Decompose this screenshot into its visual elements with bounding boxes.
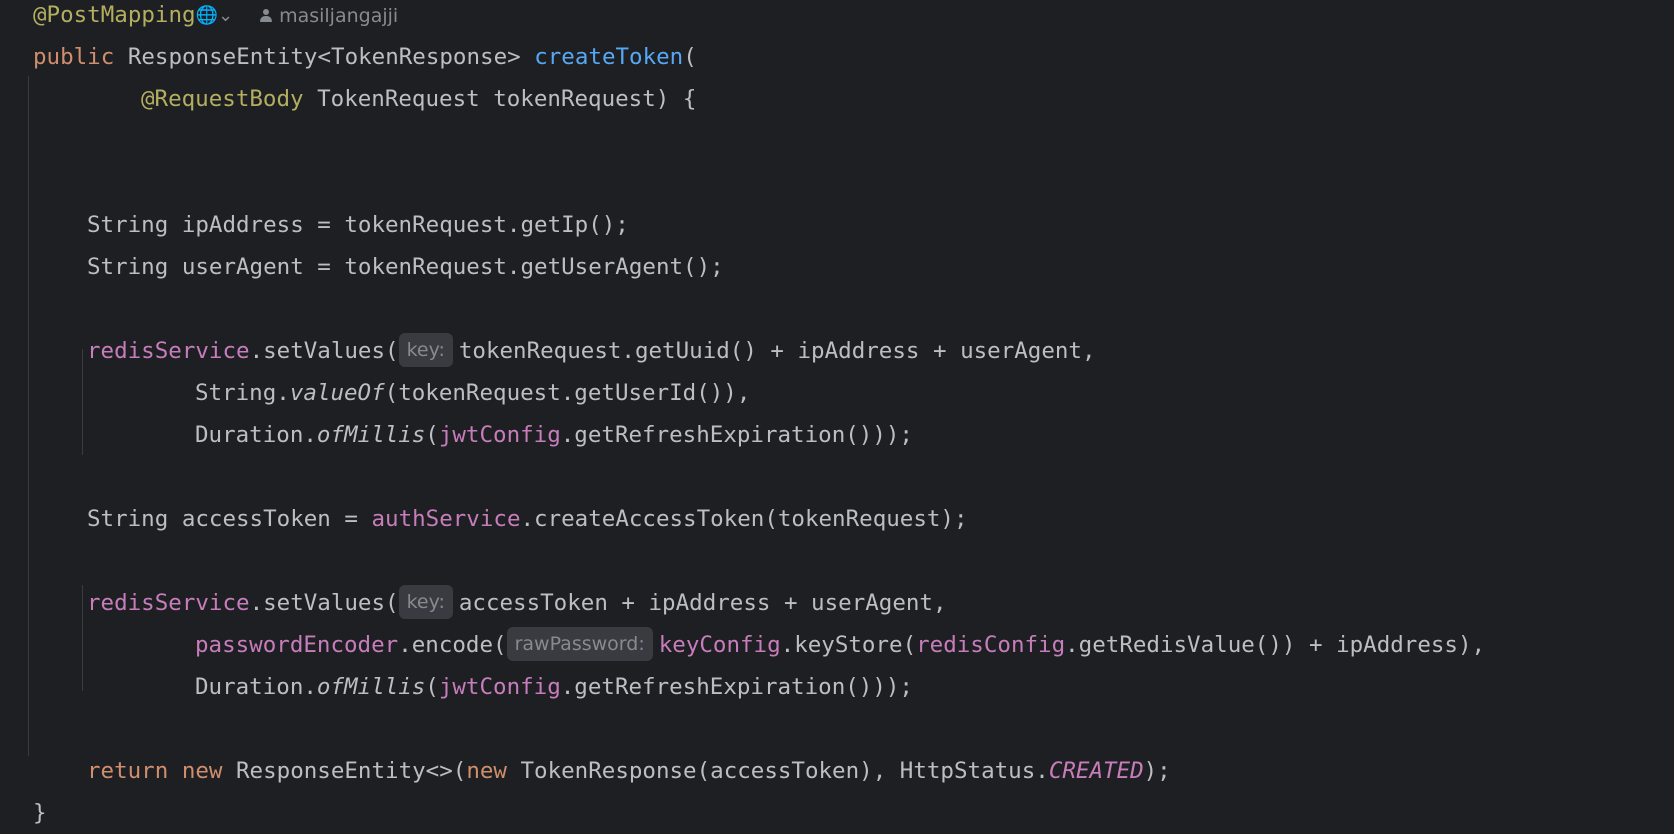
param-hint-raw-password: rawPassword: — [506, 627, 653, 661]
response-entity-ctor: ResponseEntity<>( — [222, 758, 467, 784]
code-line-12[interactable]: Duration.ofMillis(jwtConfig.getRefreshEx… — [195, 666, 913, 708]
create-access-token-call: .createAccessToken(tokenRequest); — [520, 506, 968, 532]
param-hint-key: key: — [398, 333, 453, 367]
open-paren: ( — [683, 44, 697, 70]
constant-created: CREATED — [1048, 758, 1144, 784]
field-password-encoder: passwordEncoder — [195, 632, 399, 658]
code-line-8[interactable]: Duration.ofMillis(jwtConfig.getRefreshEx… — [195, 414, 913, 456]
annotation-requestbody: @RequestBody — [141, 86, 304, 112]
field-auth-service: authService — [371, 506, 521, 532]
field-redis-service: redisService — [87, 338, 250, 364]
refresh-expiration-call: .getRefreshExpiration())); — [560, 674, 913, 700]
code-line-5[interactable]: String userAgent = tokenRequest.getUserA… — [87, 246, 724, 288]
code-line-11[interactable]: passwordEncoder.encode(rawPassword: keyCo… — [195, 624, 1485, 666]
open-paren: ( — [425, 674, 439, 700]
code-line-7[interactable]: String.valueOf(tokenRequest.getUserId())… — [195, 372, 750, 414]
annotation-postmapping: @PostMapping — [33, 2, 196, 28]
code-line-9[interactable]: String accessToken = authService.createA… — [87, 498, 968, 540]
set-values-call: .setValues( — [249, 590, 399, 616]
author-name[interactable]: masiljangajji — [279, 5, 398, 27]
field-redis-service: redisService — [87, 590, 250, 616]
duration-class: Duration. — [195, 422, 317, 448]
value-of-method: valueOf — [289, 380, 385, 406]
indent-guide — [82, 349, 83, 455]
code-line-14[interactable]: } — [33, 792, 47, 834]
of-millis-method: ofMillis — [316, 422, 426, 448]
set-values-call: .setValues( — [249, 338, 399, 364]
field-jwt-config: jwtConfig — [438, 422, 561, 448]
set-values-args: tokenRequest.getUuid() + ipAddress + use… — [458, 338, 1096, 364]
parameter-decl: TokenRequest tokenRequest) { — [303, 86, 697, 112]
indent-guide — [28, 76, 29, 756]
of-millis-method: ofMillis — [316, 674, 426, 700]
set-values-args: accessToken + ipAddress + userAgent, — [458, 590, 947, 616]
closing-brace: } — [33, 800, 47, 826]
code-line-6[interactable]: redisService.setValues(key: tokenRequest.… — [87, 330, 1096, 372]
keyword-public: public — [33, 44, 115, 70]
code-line-1[interactable]: @PostMapping🌐⌄ masiljangajji — [33, 0, 398, 36]
method-name: createToken — [534, 44, 684, 70]
open-paren: ( — [425, 422, 439, 448]
field-jwt-config: jwtConfig — [438, 674, 561, 700]
person-icon — [259, 9, 273, 23]
indent-guide — [82, 585, 83, 691]
encode-call: .encode( — [398, 632, 507, 658]
code-line-13[interactable]: return new ResponseEntity<>(new TokenRes… — [87, 750, 1171, 792]
code-line-4[interactable]: String ipAddress = tokenRequest.getIp(); — [87, 204, 629, 246]
keyword-return: return — [87, 758, 169, 784]
code-line-2[interactable]: public ResponseEntity<TokenResponse> cre… — [33, 36, 697, 78]
keyword-new: new — [181, 758, 223, 784]
statement-end: ); — [1143, 758, 1171, 784]
code-line-3[interactable]: @RequestBody TokenRequest tokenRequest) … — [141, 78, 696, 120]
keyword-new: new — [466, 758, 507, 784]
redis-value-call: .getRedisValue()) + ipAddress), — [1065, 632, 1486, 658]
code-editor[interactable]: @PostMapping🌐⌄ masiljangajji public Respo… — [0, 0, 1674, 832]
ip-address-statement: String ipAddress = tokenRequest.getIp(); — [87, 212, 629, 238]
duration-class: Duration. — [195, 674, 317, 700]
string-class: String. — [195, 380, 290, 406]
field-key-config: keyConfig — [658, 632, 781, 658]
param-hint-key: key: — [398, 585, 453, 619]
field-redis-config: redisConfig — [916, 632, 1066, 658]
user-agent-statement: String userAgent = tokenRequest.getUserA… — [87, 254, 724, 280]
token-response-ctor: TokenResponse(accessToken), HttpStatus. — [506, 758, 1049, 784]
globe-icon[interactable]: 🌐⌄ — [196, 0, 234, 37]
access-token-decl: String accessToken = — [87, 506, 372, 532]
code-line-10[interactable]: redisService.setValues(key: accessToken +… — [87, 582, 947, 624]
key-store-call: .keyStore( — [780, 632, 917, 658]
value-of-args: (tokenRequest.getUserId()), — [384, 380, 751, 406]
return-type: ResponseEntity<TokenResponse> — [114, 44, 535, 70]
refresh-expiration-call: .getRefreshExpiration())); — [560, 422, 913, 448]
